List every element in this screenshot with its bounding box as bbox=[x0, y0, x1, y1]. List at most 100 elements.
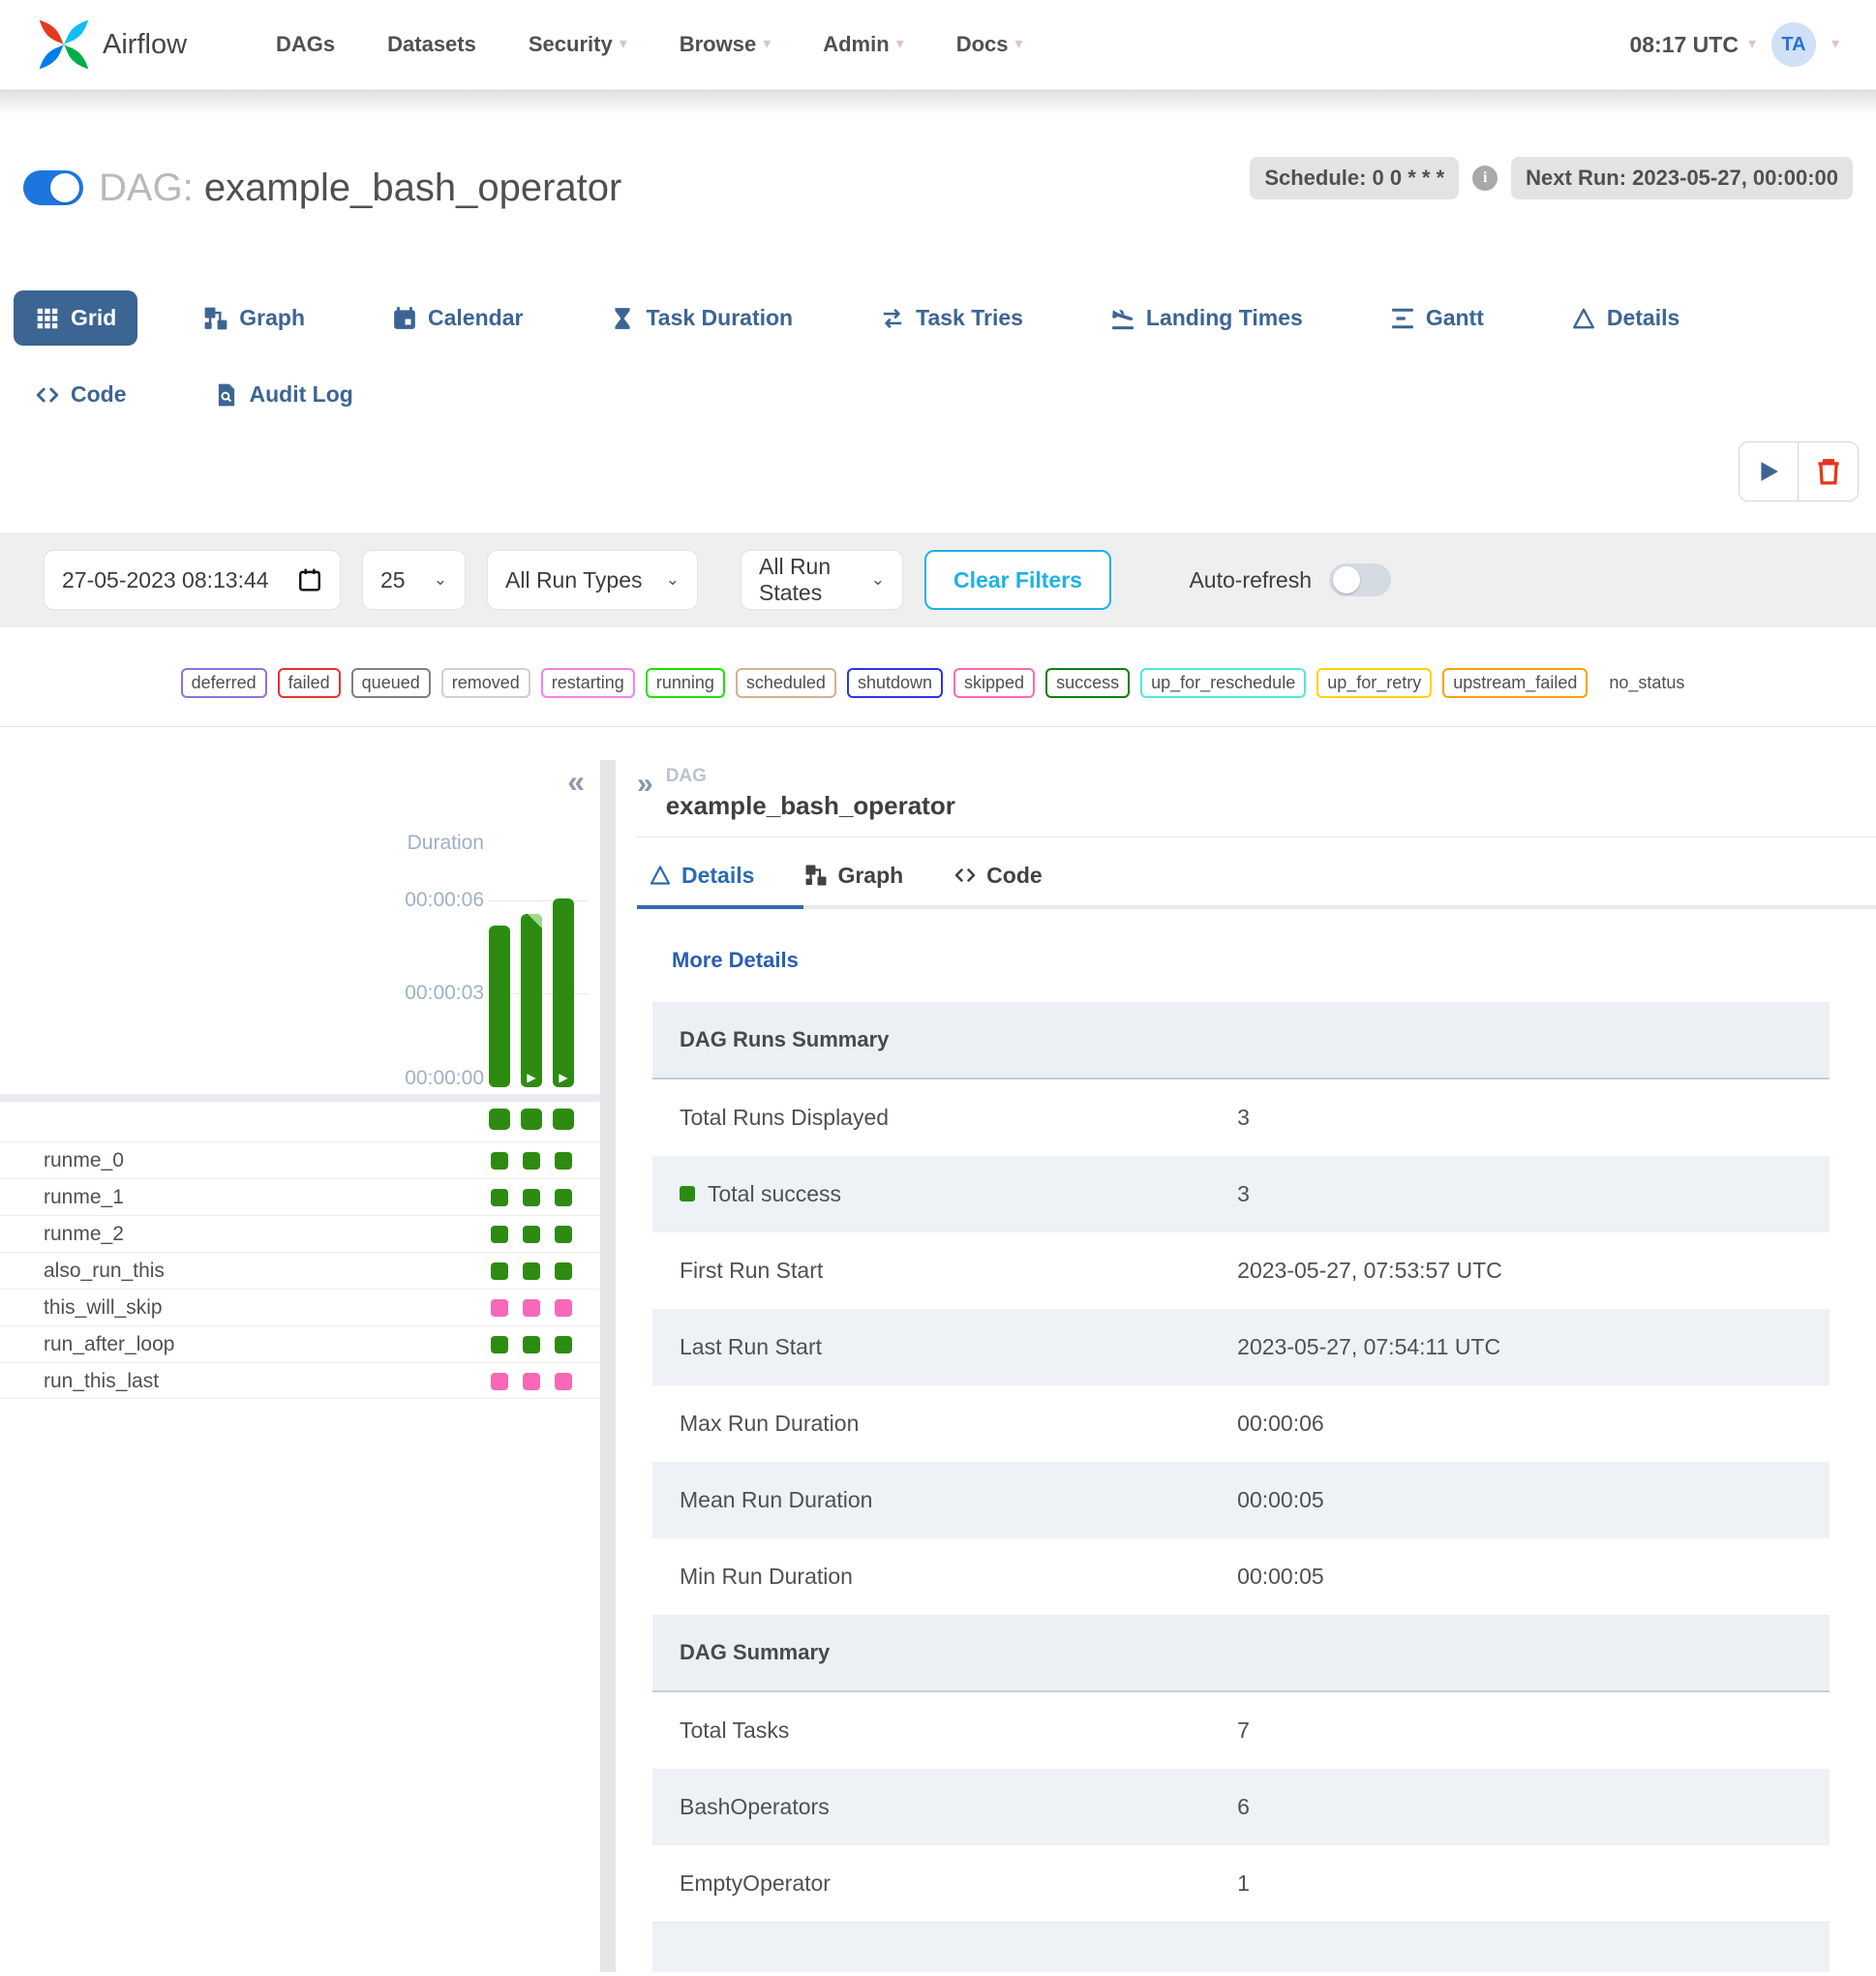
task-instance-square-skipped[interactable] bbox=[523, 1373, 540, 1390]
legend-no_status[interactable]: no_status bbox=[1598, 668, 1695, 698]
task-instance-square-success[interactable] bbox=[523, 1189, 540, 1206]
legend-shutdown[interactable]: shutdown bbox=[847, 668, 943, 698]
filter-bar: 27-05-2023 08:13:44 25 ⌄ All Run Types ⌄… bbox=[0, 532, 1876, 627]
nav-item-browse[interactable]: Browse▾ bbox=[680, 32, 772, 57]
nav-item-security[interactable]: Security▾ bbox=[529, 32, 627, 57]
run-types-select[interactable]: All Run Types ⌄ bbox=[487, 550, 698, 610]
legend-skipped[interactable]: skipped bbox=[953, 668, 1035, 698]
task-instance-square-success[interactable] bbox=[523, 1262, 540, 1280]
tab-gantt[interactable]: Gantt bbox=[1369, 290, 1505, 346]
run-states-select[interactable]: All Run States ⌄ bbox=[741, 550, 903, 610]
trash-icon bbox=[1814, 457, 1843, 486]
task-instance-square-success[interactable] bbox=[555, 1262, 572, 1280]
chevrons-right-icon[interactable]: » bbox=[637, 768, 653, 821]
nav-item-label: Admin bbox=[823, 32, 889, 57]
nav-item-label: DAGs bbox=[276, 32, 335, 57]
tab-details[interactable]: Details bbox=[1550, 290, 1701, 346]
task-instance-square-success[interactable] bbox=[491, 1262, 508, 1280]
dag-run-square-success[interactable] bbox=[489, 1109, 510, 1130]
details-panel: » DAG example_bash_operator DetailsGraph… bbox=[616, 760, 1876, 1972]
task-instance-square-skipped[interactable] bbox=[491, 1373, 508, 1390]
avatar[interactable]: TA bbox=[1771, 22, 1816, 67]
clock-dropdown[interactable]: 08:17 UTC ▾ bbox=[1629, 32, 1756, 58]
tab-grid[interactable]: Grid bbox=[14, 290, 137, 346]
legend-failed[interactable]: failed bbox=[278, 668, 341, 698]
task-instance-square-success[interactable] bbox=[555, 1336, 572, 1353]
tab-audit-log[interactable]: Audit Log bbox=[193, 367, 375, 422]
info-icon[interactable]: i bbox=[1472, 166, 1498, 191]
tab-task-tries[interactable]: Task Tries bbox=[859, 290, 1044, 346]
dag-run-bar[interactable] bbox=[489, 926, 510, 1087]
legend-up_for_retry[interactable]: up_for_retry bbox=[1316, 668, 1432, 698]
task-instance-square-success[interactable] bbox=[523, 1226, 540, 1243]
task-name-runme_2[interactable]: runme_2 bbox=[44, 1223, 124, 1245]
tab-code[interactable]: Code bbox=[14, 367, 148, 422]
more-details-link[interactable]: More Details bbox=[672, 948, 799, 973]
dag-run-bar[interactable]: ▶ bbox=[553, 898, 574, 1087]
legend-scheduled[interactable]: scheduled bbox=[736, 668, 836, 698]
clear-filters-button[interactable]: Clear Filters bbox=[924, 550, 1111, 610]
tab-calendar[interactable]: Calendar bbox=[371, 290, 544, 346]
airflow-logo[interactable]: Airflow bbox=[37, 17, 187, 72]
chevrons-left-icon[interactable]: « bbox=[567, 766, 585, 797]
legend-removed[interactable]: removed bbox=[441, 668, 530, 698]
detail-tab-details[interactable]: Details bbox=[649, 863, 754, 889]
dag-run-square-success[interactable] bbox=[553, 1109, 574, 1130]
task-name-runme_0[interactable]: runme_0 bbox=[44, 1149, 124, 1171]
delete-dag-button[interactable] bbox=[1799, 441, 1859, 502]
legend-deferred[interactable]: deferred bbox=[181, 668, 267, 698]
run-cell bbox=[521, 1109, 542, 1130]
task-instance-square-success[interactable] bbox=[523, 1336, 540, 1353]
task-name-this_will_skip[interactable]: this_will_skip bbox=[44, 1296, 163, 1319]
task-instance-square-skipped[interactable] bbox=[555, 1299, 572, 1317]
dag-pause-toggle[interactable] bbox=[23, 170, 83, 205]
task-instance-square-success[interactable] bbox=[555, 1152, 572, 1170]
task-name-runme_1[interactable]: runme_1 bbox=[44, 1186, 124, 1208]
details-icon bbox=[1571, 306, 1596, 331]
task-instance-square-skipped[interactable] bbox=[555, 1373, 572, 1390]
task-instance-square-skipped[interactable] bbox=[523, 1299, 540, 1317]
task-instance-square-success[interactable] bbox=[491, 1152, 508, 1170]
task-name-run_after_loop[interactable]: run_after_loop bbox=[44, 1333, 174, 1355]
table-row-partial bbox=[652, 1922, 1830, 1972]
task-name-run_this_last[interactable]: run_this_last bbox=[44, 1370, 159, 1392]
run-states-value: All Run States bbox=[759, 554, 856, 606]
caret-down-icon: ▾ bbox=[1015, 37, 1023, 52]
nav-item-docs[interactable]: Docs▾ bbox=[956, 32, 1023, 57]
tab-landing-times[interactable]: Landing Times bbox=[1089, 290, 1324, 346]
nav-item-datasets[interactable]: Datasets bbox=[387, 32, 476, 57]
detail-tab-label: Graph bbox=[837, 863, 903, 889]
navbar: Airflow DAGs Datasets Security▾ Browse▾ Admi… bbox=[0, 0, 1876, 90]
tab-graph[interactable]: Graph bbox=[182, 290, 326, 346]
base-date-input[interactable]: 27-05-2023 08:13:44 bbox=[44, 550, 341, 610]
task-instance-square-skipped[interactable] bbox=[491, 1299, 508, 1317]
chevron-down-icon: ⌄ bbox=[666, 570, 680, 590]
task-instance-square-success[interactable] bbox=[555, 1189, 572, 1206]
legend-restarting[interactable]: restarting bbox=[541, 668, 635, 698]
num-runs-select[interactable]: 25 ⌄ bbox=[362, 550, 466, 610]
nav-item-dags[interactable]: DAGs bbox=[276, 32, 335, 57]
detail-tab-code[interactable]: Code bbox=[953, 863, 1043, 889]
row-label: Last Run Start bbox=[680, 1334, 1237, 1360]
task-instance-square-success[interactable] bbox=[523, 1152, 540, 1170]
dag-run-square-success[interactable] bbox=[521, 1109, 542, 1130]
legend-running[interactable]: running bbox=[646, 668, 725, 698]
trigger-dag-button[interactable] bbox=[1739, 441, 1799, 502]
task-instance-square-success[interactable] bbox=[491, 1336, 508, 1353]
caret-down-icon[interactable]: ▾ bbox=[1831, 37, 1839, 52]
tab-task-duration[interactable]: Task Duration bbox=[589, 290, 814, 346]
legend-queued[interactable]: queued bbox=[351, 668, 431, 698]
task-name-also_run_this[interactable]: also_run_this bbox=[44, 1260, 165, 1282]
panel-resizer[interactable] bbox=[600, 760, 616, 1972]
legend-upstream_failed[interactable]: upstream_failed bbox=[1442, 668, 1588, 698]
dag-run-bar[interactable]: ▶ bbox=[521, 914, 542, 1087]
legend-success[interactable]: success bbox=[1045, 668, 1130, 698]
nav-item-admin[interactable]: Admin▾ bbox=[823, 32, 903, 57]
auto-refresh-toggle[interactable] bbox=[1329, 563, 1391, 596]
task-instance-square-success[interactable] bbox=[491, 1189, 508, 1206]
task-instance-square-success[interactable] bbox=[555, 1226, 572, 1243]
legend-up_for_reschedule[interactable]: up_for_reschedule bbox=[1140, 668, 1306, 698]
task-instance-square-success[interactable] bbox=[491, 1226, 508, 1243]
tab-label: Audit Log bbox=[250, 381, 353, 408]
detail-tab-graph[interactable]: Graph bbox=[804, 863, 903, 889]
